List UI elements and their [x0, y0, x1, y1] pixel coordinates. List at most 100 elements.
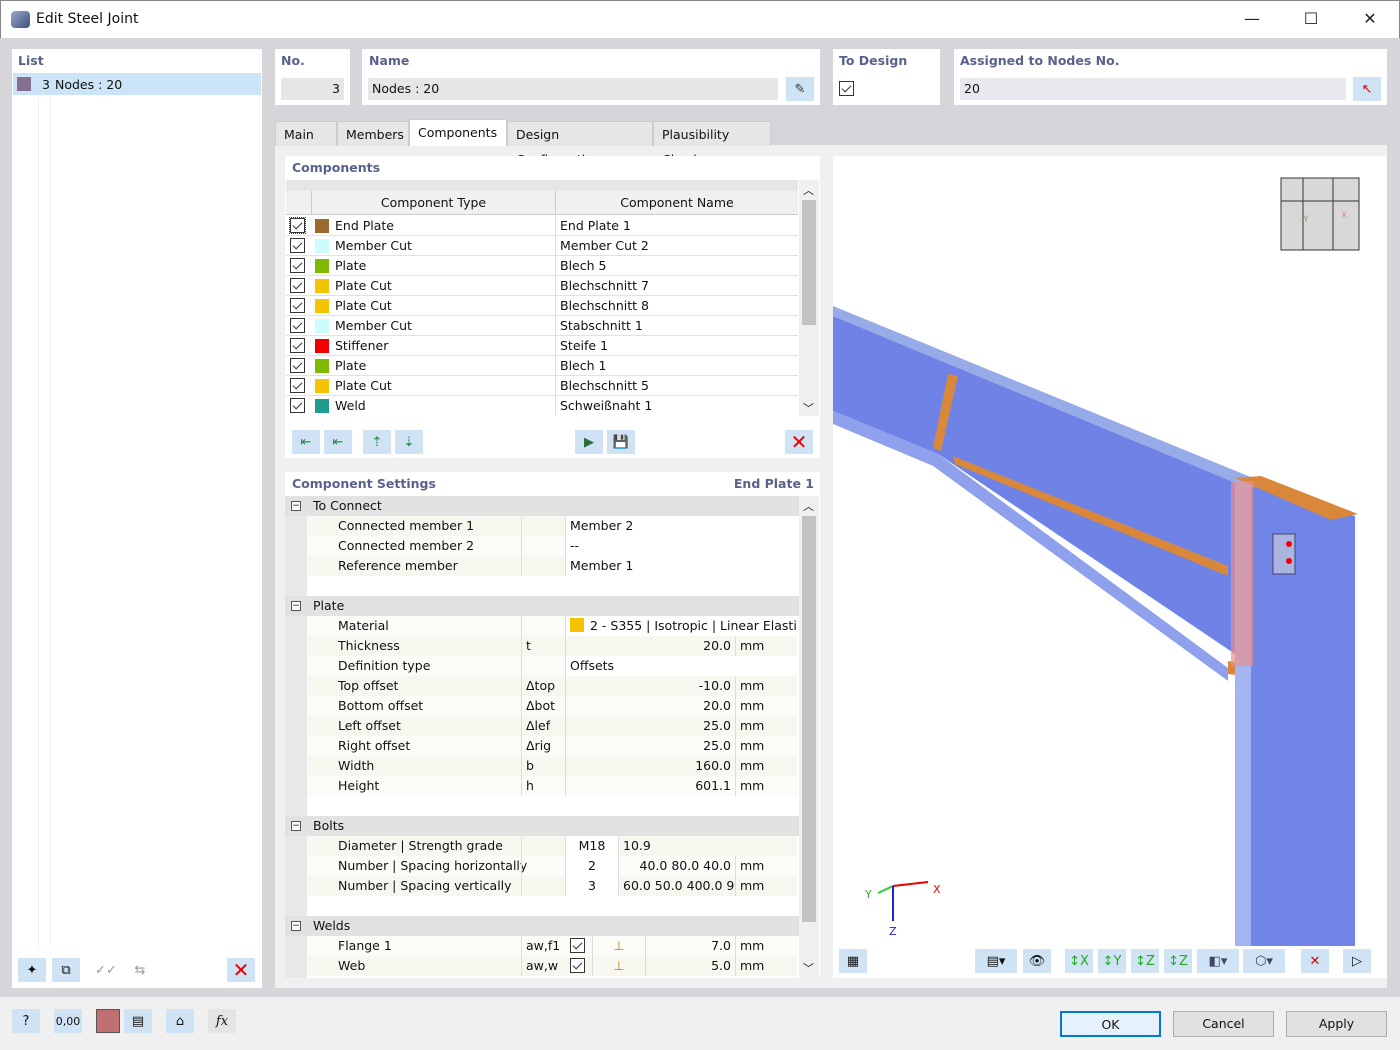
- component-enabled-checkbox[interactable]: [290, 278, 305, 293]
- help-icon[interactable]: ?: [12, 1009, 40, 1033]
- group-plate[interactable]: − Plate: [285, 596, 799, 616]
- import-components-button[interactable]: ▶: [575, 430, 603, 454]
- tab-main[interactable]: Main: [275, 121, 337, 146]
- component-enabled-checkbox[interactable]: [290, 258, 305, 273]
- scroll-down-icon[interactable]: ﹀: [803, 960, 814, 976]
- setting-value-count[interactable]: M18: [565, 836, 618, 856]
- edit-name-icon[interactable]: ✎: [786, 77, 814, 101]
- scroll-up-icon[interactable]: ︿: [803, 498, 814, 514]
- component-row[interactable]: Plate Blech 5: [286, 256, 798, 276]
- table-icon[interactable]: ▤: [124, 1009, 152, 1033]
- setting-row[interactable]: Diameter | Strength grade M18 10.9: [307, 836, 797, 856]
- group-bolts[interactable]: − Bolts: [285, 816, 799, 836]
- component-enabled-checkbox[interactable]: [290, 398, 305, 413]
- components-scrollbar[interactable]: ︿ ﹀: [799, 180, 819, 416]
- component-row[interactable]: Plate Cut Blechschnitt 8: [286, 296, 798, 316]
- settings-scrollbar[interactable]: ︿ ﹀: [799, 496, 819, 978]
- delete-joint-icon[interactable]: ✕: [227, 958, 255, 982]
- setting-row[interactable]: Width b 160.0 mm: [307, 756, 797, 776]
- check-all-button[interactable]: ✓✓: [92, 958, 120, 982]
- color-button[interactable]: [96, 1009, 120, 1033]
- setting-numeric-value[interactable]: 25.0: [565, 716, 735, 736]
- collapse-icon[interactable]: −: [291, 601, 301, 611]
- setting-row[interactable]: Number | Spacing vertically 3 60.0 50.0 40…: [307, 876, 797, 896]
- setting-value[interactable]: Offsets: [565, 656, 797, 676]
- setting-numeric-value[interactable]: 160.0: [565, 756, 735, 776]
- component-row[interactable]: Plate Cut Blechschnitt 5: [286, 376, 798, 396]
- name-field[interactable]: Nodes : 20: [368, 78, 778, 100]
- move-down-button[interactable]: ⇣: [395, 430, 423, 454]
- collapse-icon[interactable]: −: [291, 821, 301, 831]
- render-mode-dropdown[interactable]: ◧▾: [1197, 949, 1239, 973]
- setting-numeric-value[interactable]: 25.0: [565, 736, 735, 756]
- close-button[interactable]: ✕: [1355, 9, 1385, 31]
- ok-button[interactable]: OK: [1060, 1011, 1161, 1037]
- 3d-view[interactable]: -Y X X Y Z ▦ ▤▾ 👁 ↕X ↕Y ↕Z ↕Z ◧▾ ⬡▾ ✕ ▷: [833, 156, 1387, 978]
- setting-row[interactable]: Right offset Δrig 25.0 mm: [307, 736, 797, 756]
- setting-numeric-value[interactable]: 5.0: [645, 956, 735, 976]
- setting-value[interactable]: --: [565, 536, 797, 556]
- copy-joint-button[interactable]: ⧉: [52, 958, 80, 982]
- visibility-icon[interactable]: 👁: [1023, 949, 1051, 973]
- new-joint-button[interactable]: ✦: [18, 958, 46, 982]
- view-settings-icon[interactable]: ▦: [839, 949, 867, 973]
- save-components-icon[interactable]: 💾: [607, 430, 635, 454]
- setting-value[interactable]: Member 2: [565, 516, 797, 536]
- setting-numeric-value[interactable]: 7.0: [645, 936, 735, 956]
- display-icon[interactable]: ⌂: [166, 1009, 194, 1033]
- setting-numeric-value[interactable]: -10.0: [565, 676, 735, 696]
- scroll-up-icon[interactable]: ︿: [803, 182, 814, 198]
- pick-nodes-icon[interactable]: ↖: [1353, 77, 1381, 101]
- scrollbar-thumb[interactable]: [802, 200, 816, 325]
- setting-row[interactable]: Material 2 - S355 | Isotropic | Linear El…: [307, 616, 797, 636]
- component-enabled-checkbox[interactable]: [290, 298, 305, 313]
- setting-value-detail[interactable]: 10.9: [618, 836, 735, 856]
- maximize-button[interactable]: ☐: [1296, 9, 1326, 31]
- setting-numeric-value[interactable]: 20.0: [565, 696, 735, 716]
- group-welds[interactable]: − Welds: [285, 916, 799, 936]
- component-row[interactable]: Member Cut Stabschnitt 1: [286, 316, 798, 336]
- setting-row[interactable]: Number | Spacing horizontally 2 40.0 80.0 …: [307, 856, 797, 876]
- reset-view-icon[interactable]: ✕: [1301, 949, 1329, 973]
- setting-row[interactable]: Flange 1 aw,f1 ⊥ 7.0 mm: [307, 936, 797, 956]
- minimize-button[interactable]: —: [1237, 9, 1267, 31]
- setting-value-count[interactable]: 3: [565, 876, 618, 896]
- to-design-checkbox[interactable]: [839, 81, 854, 96]
- component-row[interactable]: Weld Schweißnaht 1: [286, 396, 798, 415]
- setting-value-detail[interactable]: 40.0 80.0 40.0: [618, 856, 735, 876]
- delete-component-icon[interactable]: ✕: [785, 430, 813, 454]
- uncheck-button[interactable]: ⇆: [126, 958, 154, 982]
- component-row[interactable]: Stiffener Steife 1: [286, 336, 798, 356]
- component-enabled-checkbox[interactable]: [290, 338, 305, 353]
- scrollbar-thumb[interactable]: [802, 516, 816, 922]
- move-up-button[interactable]: ⇡: [363, 430, 391, 454]
- component-enabled-checkbox[interactable]: [290, 358, 305, 373]
- group-to-connect[interactable]: − To Connect: [285, 496, 799, 516]
- tab-components[interactable]: Components: [409, 119, 507, 146]
- weld-checkbox[interactable]: [570, 958, 585, 973]
- formula-button[interactable]: fx: [208, 1009, 236, 1033]
- component-enabled-checkbox[interactable]: [290, 318, 305, 333]
- view-x-icon[interactable]: ↕X: [1065, 949, 1093, 973]
- setting-row[interactable]: Top offset Δtop -10.0 mm: [307, 676, 797, 696]
- view-z-icon[interactable]: ↕Z: [1131, 949, 1159, 973]
- tab-plausibility-check[interactable]: Plausibility Check: [653, 121, 771, 167]
- display-options-dropdown[interactable]: ▤▾: [975, 949, 1017, 973]
- list-item[interactable]: 3 Nodes : 20: [13, 73, 261, 95]
- no-field[interactable]: 3: [281, 78, 344, 100]
- component-row[interactable]: Member Cut Member Cut 2: [286, 236, 798, 256]
- setting-row[interactable]: Definition type Offsets: [307, 656, 797, 676]
- view-minus-y-icon[interactable]: ↕Y: [1098, 949, 1126, 973]
- insert-component-before-button[interactable]: ⇤: [292, 430, 320, 454]
- setting-value[interactable]: Member 1: [565, 556, 797, 576]
- component-row[interactable]: Plate Blech 1: [286, 356, 798, 376]
- setting-numeric-value[interactable]: 601.1: [565, 776, 735, 796]
- setting-row[interactable]: Thickness t 20.0 mm: [307, 636, 797, 656]
- setting-row[interactable]: Reference member Member 1: [307, 556, 797, 576]
- component-enabled-checkbox[interactable]: [290, 378, 305, 393]
- setting-value-count[interactable]: 2: [565, 856, 618, 876]
- setting-row[interactable]: Connected member 1 Member 2: [307, 516, 797, 536]
- setting-row[interactable]: Height h 601.1 mm: [307, 776, 797, 796]
- setting-row[interactable]: Web aw,w ⊥ 5.0 mm: [307, 956, 797, 976]
- view-minus-z-icon[interactable]: ↕Z: [1164, 949, 1192, 973]
